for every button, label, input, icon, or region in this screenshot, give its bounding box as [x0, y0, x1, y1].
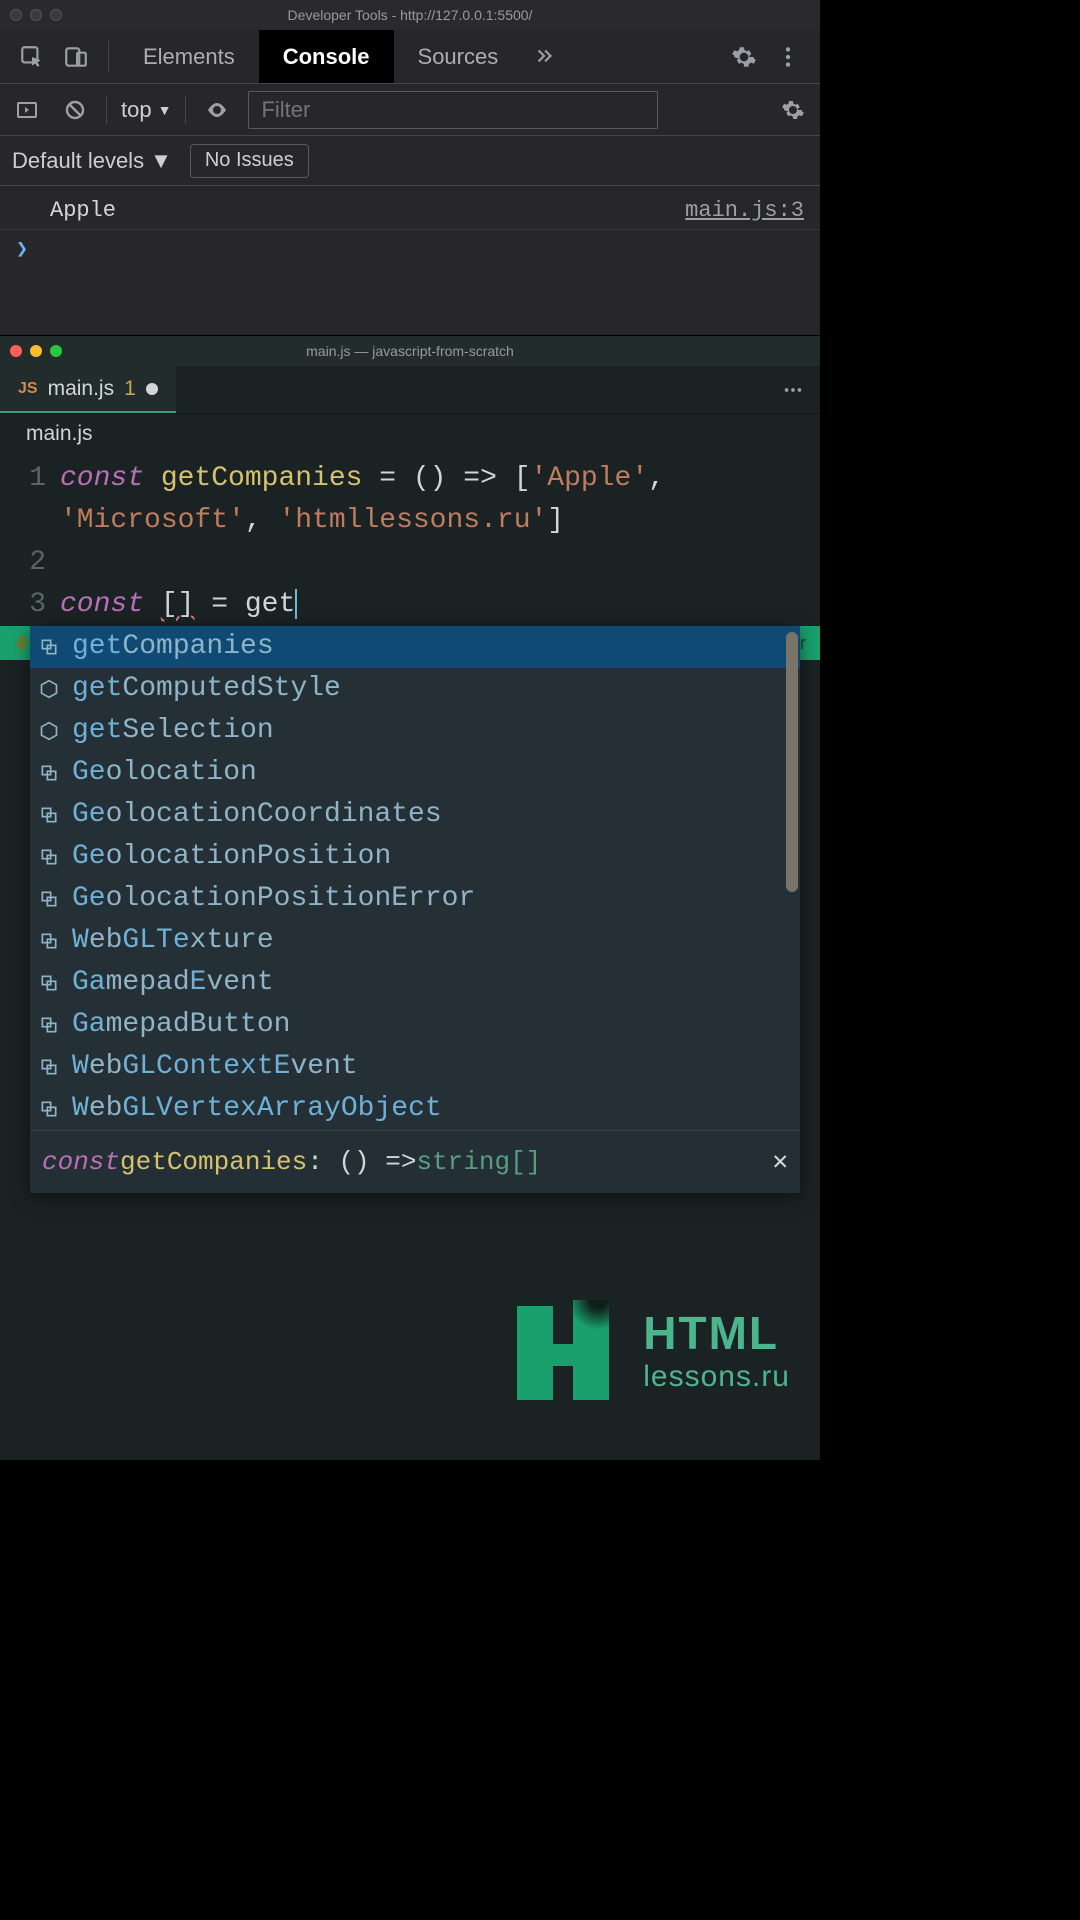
autocomplete-item[interactable]: GeolocationPositionError: [30, 878, 800, 920]
context-label: top: [121, 97, 152, 123]
inspect-element-icon[interactable]: [10, 35, 54, 79]
scrollbar[interactable]: [786, 632, 798, 892]
editor-title: main.js — javascript-from-scratch: [306, 343, 514, 359]
issues-button[interactable]: No Issues: [190, 144, 309, 178]
line-number: 2: [0, 542, 60, 584]
code-line: [60, 542, 77, 584]
module-icon: [36, 679, 62, 699]
symbol-icon: [36, 931, 62, 951]
console-log-area: Apple main.js:3 ❯: [0, 186, 820, 335]
watermark-logo: HTML lessons.ru: [517, 1300, 790, 1400]
code-line: const getCompanies = () => ['Apple',: [60, 458, 682, 500]
live-expression-icon[interactable]: [200, 93, 234, 127]
kebab-menu-icon[interactable]: [766, 35, 810, 79]
log-levels-selector[interactable]: Default levels ▼: [12, 148, 172, 174]
line-number: [0, 500, 60, 542]
divider: [108, 41, 109, 73]
autocomplete-item[interactable]: getSelection: [30, 710, 800, 752]
line-number: 1: [0, 458, 60, 500]
symbol-icon: [36, 1057, 62, 1077]
tab-elements[interactable]: Elements: [119, 30, 259, 83]
code-line: 'Microsoft', 'htmllessons.ru']: [60, 500, 564, 542]
minimize-window-icon[interactable]: [30, 9, 42, 21]
console-prompt-icon[interactable]: ❯: [0, 230, 820, 268]
symbol-icon: [36, 847, 62, 867]
clear-console-icon[interactable]: [58, 93, 92, 127]
autocomplete-item[interactable]: GeolocationPosition: [30, 836, 800, 878]
editor-more-actions-icon[interactable]: [766, 366, 820, 413]
log-message: Apple: [50, 198, 116, 223]
settings-icon[interactable]: [722, 35, 766, 79]
editor-tabbar: JS main.js 1: [0, 366, 820, 414]
breadcrumb[interactable]: main.js: [0, 414, 820, 454]
autocomplete-item[interactable]: GeolocationCoordinates: [30, 794, 800, 836]
autocomplete-item[interactable]: GamepadButton: [30, 1004, 800, 1046]
autocomplete-item[interactable]: WebGLContextEvent: [30, 1046, 800, 1088]
log-source-link[interactable]: main.js:3: [685, 198, 804, 223]
file-lang-badge: JS: [18, 380, 38, 398]
line-number: 3: [0, 584, 60, 626]
log-levels-label: Default levels: [12, 148, 144, 174]
devtools-tabbar: Elements Console Sources: [0, 30, 820, 84]
logo-icon: [517, 1300, 627, 1400]
symbol-icon: [36, 763, 62, 783]
symbol-icon: [36, 637, 62, 657]
close-hint-icon[interactable]: ✕: [772, 1141, 788, 1183]
log-entry: Apple main.js:3: [0, 192, 820, 230]
logo-text: HTML lessons.ru: [643, 1306, 790, 1394]
more-tabs-icon[interactable]: [522, 35, 566, 79]
console-settings-icon[interactable]: [776, 93, 810, 127]
tab-console[interactable]: Console: [259, 30, 394, 83]
minimize-window-icon[interactable]: [30, 345, 42, 357]
signature-hint: const getCompanies: () => string[] ✕: [30, 1130, 800, 1193]
symbol-icon: [36, 805, 62, 825]
devtools-title: Developer Tools - http://127.0.0.1:5500/: [288, 7, 533, 23]
breadcrumb-item: main.js: [26, 422, 93, 446]
autocomplete-item[interactable]: WebGLVertexArrayObject: [30, 1088, 800, 1130]
zoom-window-icon[interactable]: [50, 9, 62, 21]
editor-tab-mainjs[interactable]: JS main.js 1: [0, 366, 176, 413]
divider: [185, 96, 186, 124]
close-window-icon[interactable]: [10, 9, 22, 21]
context-selector[interactable]: top ▼: [121, 97, 171, 123]
zoom-window-icon[interactable]: [50, 345, 62, 357]
console-toolbar-secondary: Default levels ▼ No Issues: [0, 136, 820, 186]
devtools-titlebar: Developer Tools - http://127.0.0.1:5500/: [0, 0, 820, 30]
symbol-icon: [36, 889, 62, 909]
symbol-icon: [36, 1015, 62, 1035]
window-traffic-lights: [10, 9, 62, 21]
autocomplete-item[interactable]: Geolocation: [30, 752, 800, 794]
console-toolbar: top ▼: [0, 84, 820, 136]
chevron-down-icon: ▼: [150, 148, 172, 174]
autocomplete-popup: getCompaniesgetComputedStylegetSelection…: [30, 626, 800, 1193]
autocomplete-item[interactable]: WebGLTexture: [30, 920, 800, 962]
devtools-window: Developer Tools - http://127.0.0.1:5500/…: [0, 0, 820, 336]
close-window-icon[interactable]: [10, 345, 22, 357]
editor-window: main.js — javascript-from-scratch JS mai…: [0, 336, 820, 1460]
modified-indicator-icon: [146, 383, 158, 395]
autocomplete-item[interactable]: getCompanies: [30, 626, 800, 668]
symbol-icon: [36, 1099, 62, 1119]
text-cursor-icon: [295, 589, 297, 619]
file-name: main.js: [48, 377, 115, 401]
toggle-sidebar-icon[interactable]: [10, 93, 44, 127]
divider: [106, 96, 107, 124]
code-editor[interactable]: 1 const getCompanies = () => ['Apple', '…: [0, 454, 820, 626]
autocomplete-item[interactable]: GamepadEvent: [30, 962, 800, 1004]
device-toggle-icon[interactable]: [54, 35, 98, 79]
code-line: const [] = get: [60, 584, 297, 626]
problem-count: 1: [124, 377, 136, 401]
tab-sources[interactable]: Sources: [394, 30, 523, 83]
autocomplete-item[interactable]: getComputedStyle: [30, 668, 800, 710]
window-traffic-lights: [10, 345, 62, 357]
filter-input[interactable]: [248, 91, 658, 129]
chevron-down-icon: ▼: [158, 102, 172, 118]
module-icon: [36, 721, 62, 741]
symbol-icon: [36, 973, 62, 993]
editor-titlebar: main.js — javascript-from-scratch: [0, 336, 820, 366]
autocomplete-list[interactable]: getCompaniesgetComputedStylegetSelection…: [30, 626, 800, 1130]
